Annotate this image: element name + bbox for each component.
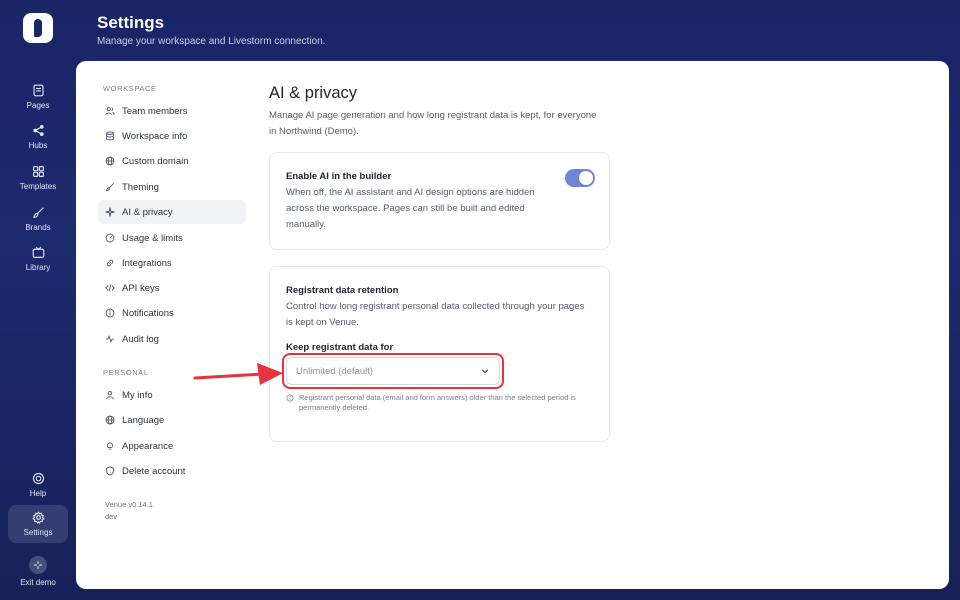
brush-icon: [32, 207, 44, 219]
rail-label: Exit demo: [20, 577, 56, 587]
exit-icon: [29, 555, 47, 574]
annotation-arrow-icon: [193, 363, 283, 385]
nav-label: Delete account: [122, 465, 186, 477]
nav-label: Notifications: [122, 307, 174, 319]
nav-label: Usage & limits: [122, 232, 183, 244]
gauge-icon: [105, 233, 115, 243]
retention-hint: Registrant personal data (email and form…: [286, 393, 586, 413]
lifebuoy-icon: [32, 472, 44, 485]
section-label-personal: PERSONAL: [103, 368, 149, 377]
brush-icon: [106, 182, 115, 192]
ai-card-text: When off, the AI assistant and AI design…: [286, 187, 535, 230]
nav-item-integrations[interactable]: Integrations: [98, 251, 246, 275]
app-rail: Pages Hubs Templates Brands Library Help…: [0, 0, 76, 600]
globe-icon: [105, 415, 115, 425]
retention-hint-text: Registrant personal data (email and form…: [299, 393, 576, 412]
chevron-down-icon: [481, 369, 489, 374]
rail-label: Library: [25, 263, 51, 272]
database-icon: [106, 131, 114, 141]
rail-item-pages[interactable]: Pages: [8, 78, 68, 116]
page-title: Settings: [97, 13, 165, 32]
bulb-icon: [106, 442, 114, 450]
ai-builder-card: Enable AI in the builder When off, the A…: [269, 152, 610, 250]
nav-item-team-members[interactable]: Team members: [98, 99, 246, 123]
sparkle-icon: [105, 207, 115, 217]
retention-card: Registrant data retention Control how lo…: [269, 266, 610, 442]
rail-label: Settings: [23, 528, 53, 537]
nav-label: Language: [122, 414, 165, 426]
section-description: Manage AI page generation and how long r…: [269, 110, 597, 137]
nav-item-delete-account[interactable]: Delete account: [98, 459, 246, 483]
grid-icon: [32, 166, 44, 177]
tv-icon: [32, 246, 44, 258]
retention-select-value: Unlimited (default): [296, 365, 374, 377]
nav-label: Theming: [122, 181, 159, 193]
nav-item-theming[interactable]: Theming: [98, 175, 246, 199]
rail-item-library[interactable]: Library: [8, 240, 68, 278]
share-icon: [32, 124, 44, 137]
section-title: AI & privacy: [269, 84, 358, 102]
page-subtitle: Manage your workspace and Livestorm conn…: [97, 36, 326, 47]
nav-item-notifications[interactable]: Notifications: [98, 301, 246, 325]
globe-icon: [105, 156, 115, 166]
shield-icon: [106, 466, 114, 476]
rail-item-brands[interactable]: Brands: [8, 200, 68, 238]
ai-toggle[interactable]: [565, 169, 595, 187]
retention-card-text: Control how long registrant personal dat…: [286, 301, 585, 328]
pages-icon: [32, 84, 44, 97]
nav-item-ai-privacy[interactable]: AI & privacy: [98, 200, 246, 224]
activity-icon: [105, 334, 115, 344]
rail-label: Templates: [19, 182, 57, 191]
nav-label: API keys: [122, 282, 160, 294]
nav-label: AI & privacy: [122, 206, 173, 218]
rail-label: Brands: [25, 223, 51, 232]
rail-item-hubs[interactable]: Hubs: [8, 118, 68, 156]
rail-item-settings[interactable]: Settings: [8, 505, 68, 543]
link-icon: [106, 259, 114, 267]
users-icon: [105, 107, 115, 115]
rail-label: Pages: [26, 101, 50, 110]
nav-label: My info: [122, 389, 153, 401]
rail-item-help[interactable]: Help: [8, 466, 68, 504]
retention-card-title: Registrant data retention: [286, 285, 399, 296]
gear-icon: [31, 511, 45, 524]
nav-item-usage-limits[interactable]: Usage & limits: [98, 226, 246, 250]
retention-field-label: Keep registrant data for: [286, 342, 394, 353]
rail-label: Hubs: [28, 141, 48, 150]
rail-label: Help: [29, 489, 47, 498]
rail-item-exit-demo[interactable]: Exit demo: [8, 550, 68, 592]
nav-label: Workspace info: [122, 130, 188, 142]
toggle-knob: [579, 171, 593, 185]
nav-label: Appearance: [122, 440, 174, 452]
retention-select[interactable]: Unlimited (default): [286, 357, 500, 385]
app-env: dev: [105, 512, 118, 521]
nav-item-appearance[interactable]: Appearance: [98, 434, 246, 458]
section-label-workspace: WORKSPACE: [103, 84, 157, 93]
code-icon: [105, 284, 115, 292]
nav-label: Team members: [122, 105, 188, 117]
settings-panel: WORKSPACE Team members Workspace info Cu…: [76, 61, 949, 589]
nav-item-workspace-info[interactable]: Workspace info: [98, 124, 246, 148]
ai-card-title: Enable AI in the builder: [286, 171, 392, 182]
nav-item-language[interactable]: Language: [98, 408, 246, 432]
nav-item-api-keys[interactable]: API keys: [98, 276, 246, 300]
rail-item-templates[interactable]: Templates: [8, 159, 68, 197]
info-icon: [105, 308, 115, 318]
app-version: Venue v0.14.1: [105, 500, 153, 509]
nav-label: Custom domain: [122, 155, 189, 167]
user-icon: [106, 390, 114, 400]
info-icon: [286, 394, 294, 402]
nav-label: Audit log: [122, 333, 159, 345]
nav-label: Integrations: [122, 257, 172, 269]
nav-item-custom-domain[interactable]: Custom domain: [98, 149, 246, 173]
nav-item-audit-log[interactable]: Audit log: [98, 327, 246, 351]
app-logo[interactable]: [23, 13, 53, 43]
